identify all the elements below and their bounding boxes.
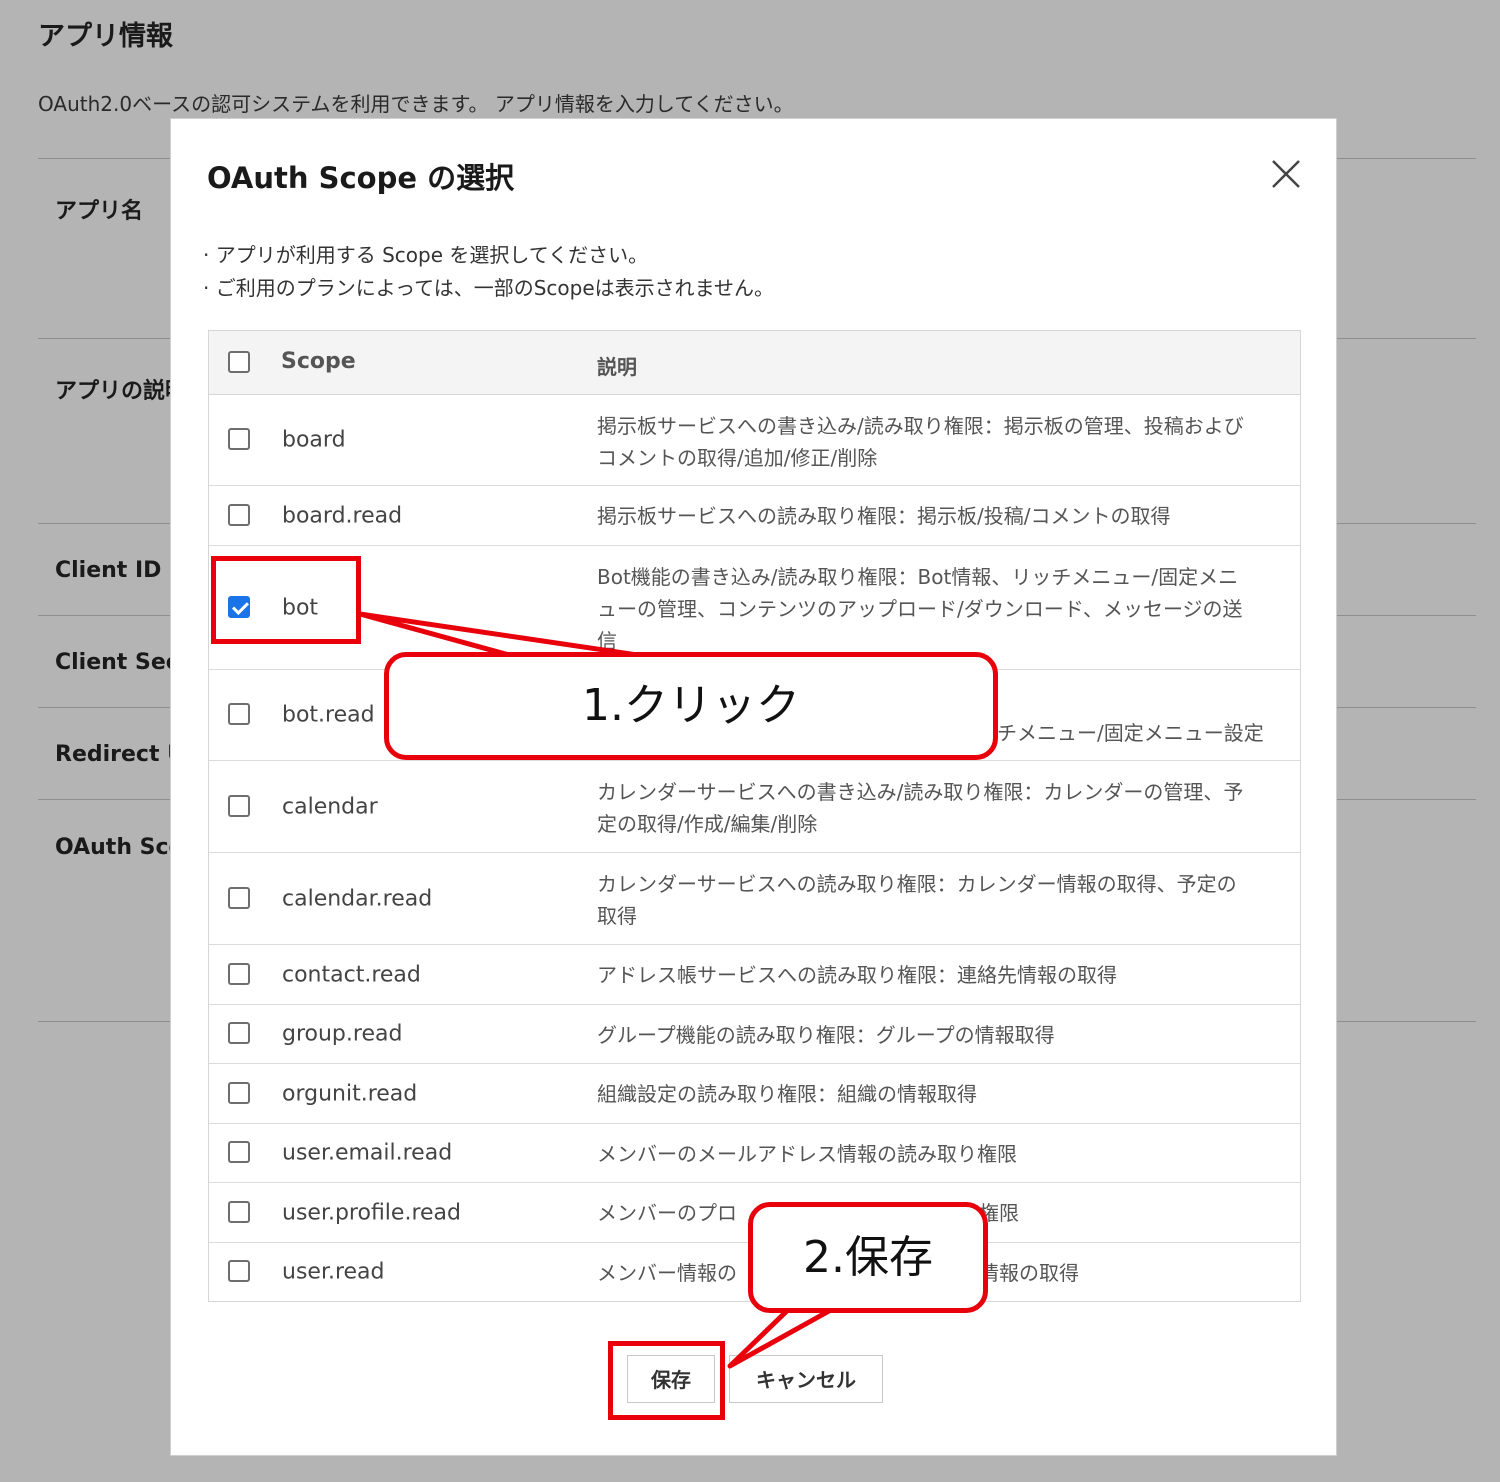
highlight-save-button bbox=[608, 1341, 725, 1420]
highlight-bot-row bbox=[211, 556, 361, 644]
callout-click-text: 1.クリック bbox=[582, 680, 800, 731]
callout-save-text: 2.保存 bbox=[803, 1232, 933, 1283]
callout-save: 2.保存 bbox=[748, 1202, 988, 1313]
callout-click: 1.クリック bbox=[384, 652, 998, 760]
